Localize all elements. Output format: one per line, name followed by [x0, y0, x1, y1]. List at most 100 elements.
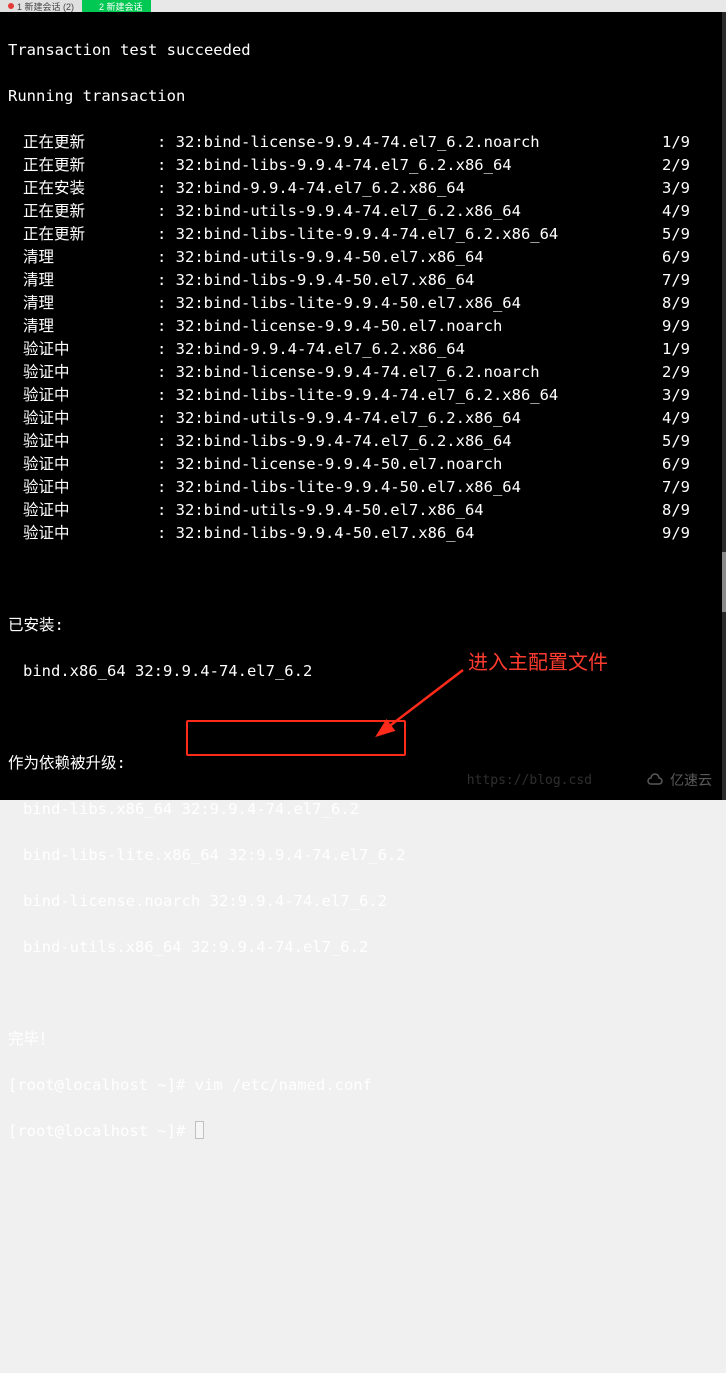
scrollbar[interactable]	[722, 12, 726, 800]
count-text: 5/9	[658, 430, 718, 453]
count-text: 5/9	[658, 223, 718, 246]
status-text: 验证中	[23, 499, 157, 522]
status-text: 验证中	[23, 361, 157, 384]
section-header: 已安装:	[4, 614, 718, 637]
transaction-row: 验证中: 32:bind-libs-9.9.4-50.el7.x86_649/9	[4, 522, 718, 545]
count-text: 3/9	[658, 384, 718, 407]
terminal-output[interactable]: Transaction test succeeded Running trans…	[0, 12, 722, 800]
transaction-row: 验证中: 32:bind-libs-lite-9.9.4-50.el7.x86_…	[4, 476, 718, 499]
tab-label: 2 新建会话	[99, 0, 143, 12]
package-text: : 32:bind-9.9.4-74.el7_6.2.x86_64	[157, 338, 658, 361]
count-text: 7/9	[658, 476, 718, 499]
package-text: : 32:bind-utils-9.9.4-74.el7_6.2.x86_64	[157, 200, 658, 223]
transaction-row: 验证中: 32:bind-9.9.4-74.el7_6.2.x86_641/9	[4, 338, 718, 361]
status-text: 验证中	[23, 430, 157, 453]
transaction-row: 清理: 32:bind-libs-lite-9.9.4-50.el7.x86_6…	[4, 292, 718, 315]
annotation-text: 进入主配置文件	[468, 652, 608, 675]
count-text: 9/9	[658, 315, 718, 338]
transaction-row: 验证中: 32:bind-utils-9.9.4-50.el7.x86_648/…	[4, 499, 718, 522]
status-text: 验证中	[23, 338, 157, 361]
transaction-row: 正在安装: 32:bind-9.9.4-74.el7_6.2.x86_643/9	[4, 177, 718, 200]
transaction-row: 清理: 32:bind-utils-9.9.4-50.el7.x86_646/9	[4, 246, 718, 269]
package-text: : 32:bind-libs-lite-9.9.4-50.el7.x86_64	[157, 292, 658, 315]
package-text: : 32:bind-libs-9.9.4-50.el7.x86_64	[157, 522, 658, 545]
package-text: : 32:bind-license-9.9.4-50.el7.noarch	[157, 315, 658, 338]
cloud-icon	[646, 772, 664, 790]
status-text: 清理	[23, 292, 157, 315]
transaction-row: 验证中: 32:bind-license-9.9.4-74.el7_6.2.no…	[4, 361, 718, 384]
package-line: bind-libs-lite.x86_64 32:9.9.4-74.el7_6.…	[4, 844, 718, 867]
status-text: 正在安装	[23, 177, 157, 200]
status-text: 清理	[23, 246, 157, 269]
command-text: vim /etc/named.conf	[195, 1076, 372, 1094]
status-text: 验证中	[23, 522, 157, 545]
transaction-row: 清理: 32:bind-license-9.9.4-50.el7.noarch9…	[4, 315, 718, 338]
count-text: 4/9	[658, 200, 718, 223]
status-text: 验证中	[23, 384, 157, 407]
count-text: 1/9	[658, 131, 718, 154]
transaction-row: 正在更新: 32:bind-license-9.9.4-74.el7_6.2.n…	[4, 131, 718, 154]
package-text: : 32:bind-license-9.9.4-74.el7_6.2.noarc…	[157, 361, 658, 384]
tab-label: 1 新建会话 (2)	[17, 0, 74, 12]
count-text: 6/9	[658, 246, 718, 269]
status-text: 验证中	[23, 407, 157, 430]
count-text: 8/9	[658, 292, 718, 315]
count-text: 9/9	[658, 522, 718, 545]
package-text: : 32:bind-libs-9.9.4-74.el7_6.2.x86_64	[157, 430, 658, 453]
package-text: : 32:bind-libs-9.9.4-74.el7_6.2.x86_64	[157, 154, 658, 177]
transaction-row: 验证中: 32:bind-libs-9.9.4-74.el7_6.2.x86_6…	[4, 430, 718, 453]
package-line: bind.x86_64 32:9.9.4-74.el7_6.2	[4, 660, 718, 683]
tab-bar: 1 新建会话 (2) 2 新建会话	[0, 0, 726, 12]
arrow-icon	[375, 662, 475, 742]
output-line: Running transaction	[4, 85, 718, 108]
done-line: 完毕！	[4, 1028, 718, 1051]
count-text: 2/9	[658, 361, 718, 384]
tab-session-2[interactable]: 2 新建会话	[82, 0, 151, 12]
count-text: 3/9	[658, 177, 718, 200]
output-line: Transaction test succeeded	[4, 39, 718, 62]
status-text: 正在更新	[23, 154, 157, 177]
status-text: 验证中	[23, 453, 157, 476]
count-text: 6/9	[658, 453, 718, 476]
status-text: 正在更新	[23, 131, 157, 154]
package-text: : 32:bind-9.9.4-74.el7_6.2.x86_64	[157, 177, 658, 200]
status-dot-icon	[8, 3, 14, 9]
package-text: : 32:bind-utils-9.9.4-50.el7.x86_64	[157, 246, 658, 269]
watermark-brand: 亿速云	[646, 769, 712, 792]
transaction-row: 清理: 32:bind-libs-9.9.4-50.el7.x86_647/9	[4, 269, 718, 292]
package-text: : 32:bind-libs-lite-9.9.4-74.el7_6.2.x86…	[157, 384, 658, 407]
count-text: 7/9	[658, 269, 718, 292]
package-text: : 32:bind-utils-9.9.4-74.el7_6.2.x86_64	[157, 407, 658, 430]
status-text: 清理	[23, 315, 157, 338]
prompt-prefix: [root@localhost ~]#	[8, 1122, 195, 1140]
count-text: 4/9	[658, 407, 718, 430]
status-text: 正在更新	[23, 223, 157, 246]
prompt-line: [root@localhost ~]# vim /etc/named.conf	[4, 1074, 718, 1097]
cursor-icon	[195, 1121, 204, 1139]
package-text: : 32:bind-license-9.9.4-50.el7.noarch	[157, 453, 658, 476]
package-line: bind-libs.x86_64 32:9.9.4-74.el7_6.2	[4, 798, 718, 821]
package-line: bind-license.noarch 32:9.9.4-74.el7_6.2	[4, 890, 718, 913]
prompt-prefix: [root@localhost ~]#	[8, 1076, 195, 1094]
tab-session-1[interactable]: 1 新建会话 (2)	[0, 0, 82, 12]
package-line: bind-utils.x86_64 32:9.9.4-74.el7_6.2	[4, 936, 718, 959]
package-text: : 32:bind-libs-lite-9.9.4-50.el7.x86_64	[157, 476, 658, 499]
transaction-row: 验证中: 32:bind-libs-lite-9.9.4-74.el7_6.2.…	[4, 384, 718, 407]
package-text: : 32:bind-license-9.9.4-74.el7_6.2.noarc…	[157, 131, 658, 154]
status-text: 清理	[23, 269, 157, 292]
package-text: : 32:bind-libs-lite-9.9.4-74.el7_6.2.x86…	[157, 223, 658, 246]
package-text: : 32:bind-utils-9.9.4-50.el7.x86_64	[157, 499, 658, 522]
transaction-row: 正在更新: 32:bind-libs-lite-9.9.4-74.el7_6.2…	[4, 223, 718, 246]
count-text: 2/9	[658, 154, 718, 177]
status-text: 验证中	[23, 476, 157, 499]
status-dot-icon	[90, 3, 96, 9]
watermark-url: https://blog.csd	[467, 769, 592, 792]
transaction-row: 验证中: 32:bind-utils-9.9.4-74.el7_6.2.x86_…	[4, 407, 718, 430]
status-text: 正在更新	[23, 200, 157, 223]
scroll-thumb[interactable]	[722, 552, 726, 612]
transaction-row: 正在更新: 32:bind-utils-9.9.4-74.el7_6.2.x86…	[4, 200, 718, 223]
package-text: : 32:bind-libs-9.9.4-50.el7.x86_64	[157, 269, 658, 292]
prompt-line: [root@localhost ~]#	[4, 1120, 718, 1143]
transaction-row: 正在更新: 32:bind-libs-9.9.4-74.el7_6.2.x86_…	[4, 154, 718, 177]
count-text: 8/9	[658, 499, 718, 522]
